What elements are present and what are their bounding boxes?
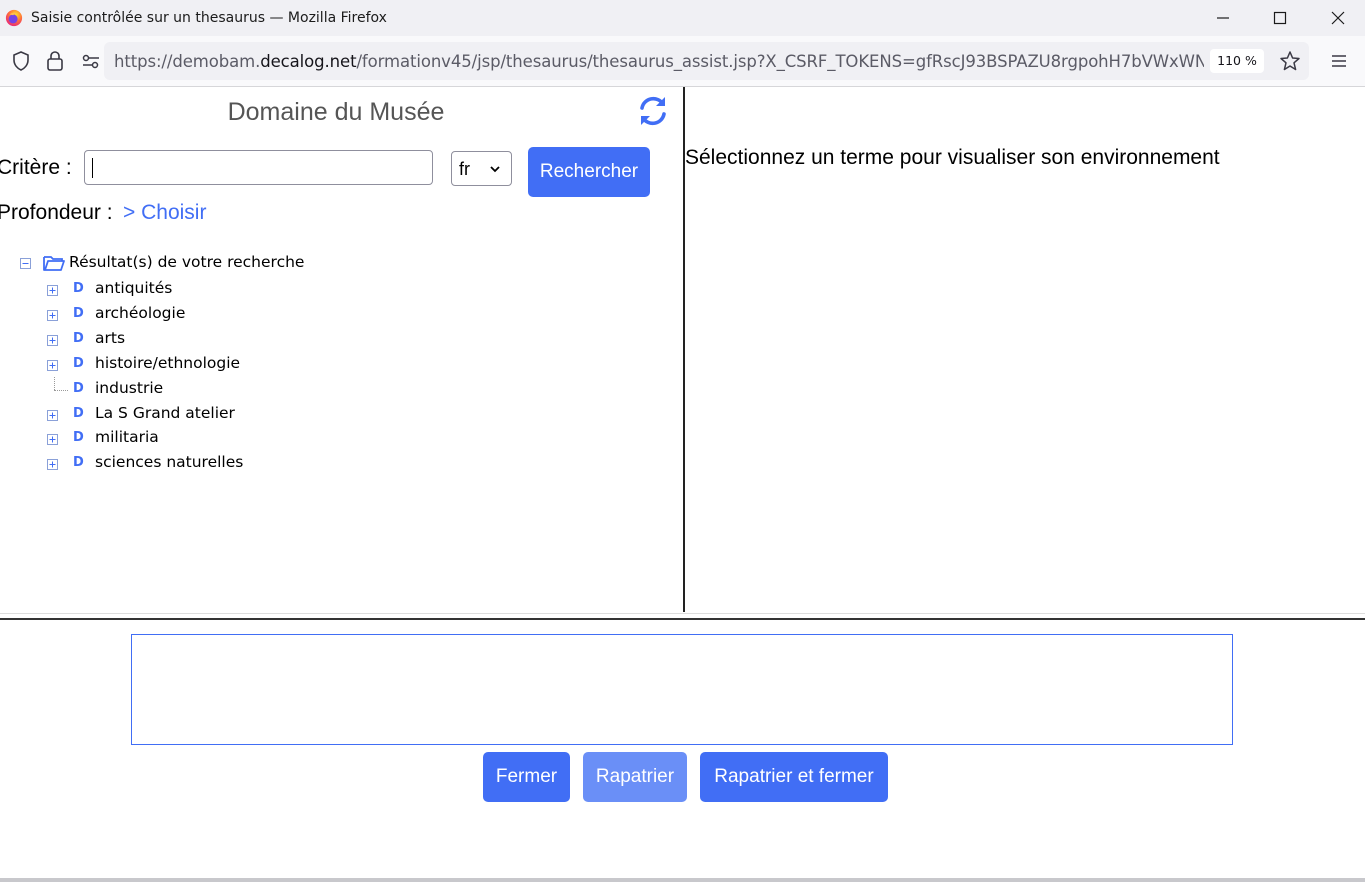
term-environment-pane: Sélectionnez un terme pour visualiser so… [685, 87, 1365, 612]
lock-icon [47, 51, 63, 71]
site-security-button[interactable] [43, 49, 67, 73]
permissions-button[interactable] [79, 49, 103, 73]
close-button[interactable]: Fermer [483, 752, 570, 802]
tree-item-label: archéologie [95, 304, 186, 322]
shield-icon [13, 51, 29, 71]
expand-toggle[interactable] [47, 335, 58, 346]
descriptor-icon: D [73, 331, 84, 346]
domain-title: Domaine du Musée [227, 98, 445, 126]
import-and-close-button[interactable]: Rapatrier et fermer [700, 752, 888, 802]
minimize-button[interactable] [1194, 0, 1252, 36]
expand-toggle[interactable] [47, 360, 58, 371]
text-caret [92, 158, 93, 178]
plus-icon [49, 337, 56, 344]
app-menu-button[interactable] [1327, 49, 1351, 73]
criteria-input[interactable] [84, 150, 433, 185]
plus-icon [49, 436, 56, 443]
tree-item-label: industrie [95, 379, 164, 397]
tracking-protection-button[interactable] [9, 49, 33, 73]
permissions-icon [82, 54, 99, 69]
descriptor-icon: D [73, 381, 84, 396]
expand-toggle[interactable] [47, 310, 58, 321]
separator-line [0, 618, 1365, 620]
tree-item-label: histoire/ethnologie [95, 354, 241, 372]
descriptor-icon: D [73, 455, 84, 470]
tree-item-label: arts [95, 329, 126, 347]
tree-connector [54, 390, 68, 391]
thesaurus-search-pane: Domaine du Musée Critère : fr Rechercher… [0, 87, 683, 612]
chevron-down-icon [490, 166, 500, 173]
url-path: /formationv45/jsp/thesaurus/thesaurus_as… [356, 52, 1204, 71]
tree-item-label: antiquités [95, 279, 173, 297]
bookmark-star-button[interactable] [1278, 49, 1302, 73]
refresh-icon[interactable] [635, 94, 671, 128]
language-select[interactable]: fr [451, 151, 512, 186]
criteria-label: Critère : [0, 156, 72, 179]
close-window-button[interactable] [1309, 0, 1365, 36]
depth-label: Profondeur : [0, 201, 113, 224]
close-icon [1331, 11, 1345, 25]
url-text[interactable]: https://demobam.decalog.net/formationv45… [114, 52, 1204, 74]
import-button[interactable]: Rapatrier [583, 752, 687, 802]
plus-icon [49, 362, 56, 369]
hamburger-menu-icon [1332, 55, 1346, 67]
star-icon [1280, 51, 1300, 71]
tree-item-label: La S Grand atelier [95, 404, 235, 422]
search-button[interactable]: Rechercher [528, 147, 650, 197]
url-host: decalog.net [260, 52, 357, 71]
window-bottom-edge [0, 878, 1365, 882]
separator-line [0, 613, 1365, 614]
tree-item-label: militaria [95, 428, 159, 446]
descriptor-icon: D [73, 306, 84, 321]
tree-connector [54, 377, 55, 390]
window-title: Saisie contrôlée sur un thesaurus — Mozi… [31, 10, 387, 26]
plus-icon [49, 461, 56, 468]
maximize-button[interactable] [1251, 0, 1309, 36]
navigation-bar: https://demobam.decalog.net/formationv45… [0, 36, 1365, 87]
descriptor-icon: D [73, 406, 84, 421]
depth-choose-link[interactable]: > Choisir [123, 201, 206, 225]
selected-terms-box[interactable] [131, 634, 1233, 745]
window-titlebar: Saisie contrôlée sur un thesaurus — Mozi… [0, 0, 1365, 36]
plus-icon [49, 412, 56, 419]
expand-toggle[interactable] [47, 410, 58, 421]
firefox-logo-icon [5, 9, 23, 27]
collapse-toggle[interactable] [20, 258, 31, 269]
url-prefix: https://demobam. [114, 52, 261, 71]
folder-open-icon [43, 256, 65, 271]
tree-item-label: sciences naturelles [95, 453, 244, 471]
plus-icon [49, 312, 56, 319]
minimize-icon [1217, 17, 1229, 19]
expand-toggle[interactable] [47, 285, 58, 296]
descriptor-icon: D [73, 430, 84, 445]
select-term-message: Sélectionnez un terme pour visualiser so… [685, 146, 1220, 169]
tree-root-label: Résultat(s) de votre recherche [69, 253, 305, 271]
plus-icon [49, 287, 56, 294]
minus-icon [22, 263, 29, 264]
maximize-icon [1273, 11, 1287, 25]
zoom-level-badge[interactable]: 110 % [1210, 49, 1264, 73]
language-select-value: fr [459, 159, 470, 179]
descriptor-icon: D [73, 356, 84, 371]
expand-toggle[interactable] [47, 434, 58, 445]
expand-toggle[interactable] [47, 459, 58, 470]
descriptor-icon: D [73, 281, 84, 296]
